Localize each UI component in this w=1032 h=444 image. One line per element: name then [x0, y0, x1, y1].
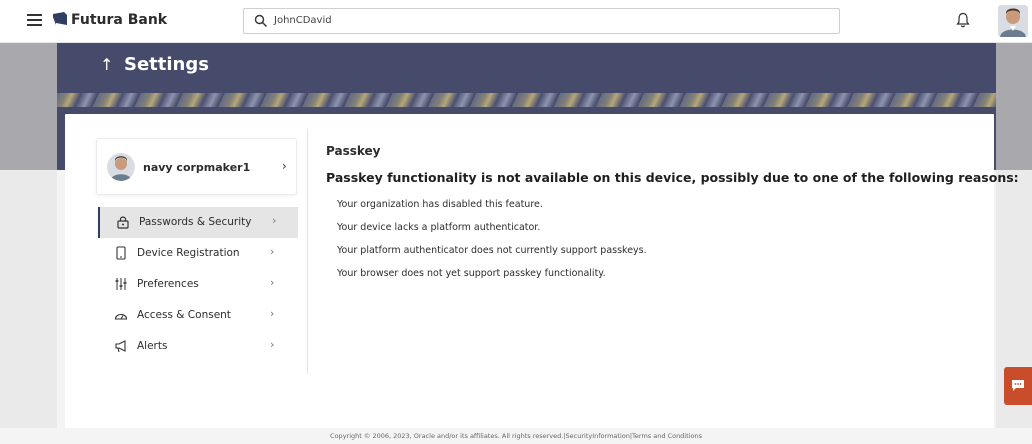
menu-item-label: Access & Consent	[137, 309, 231, 321]
banner-right-texture	[996, 43, 1032, 170]
chat-icon	[1012, 380, 1024, 391]
passkey-heading: Passkey functionality is not available o…	[326, 170, 1019, 185]
notification-bell-icon[interactable]	[956, 12, 970, 29]
gauge-icon	[114, 313, 128, 320]
bank-logo-icon	[53, 12, 67, 25]
reason-item: Your browser does not yet support passke…	[337, 268, 606, 279]
search-icon	[254, 14, 267, 27]
page-title: Settings	[124, 54, 209, 75]
device-icon	[116, 246, 126, 260]
section-title: Passkey	[326, 144, 381, 158]
profile-card[interactable]: navy corpmaker1 ›	[96, 138, 297, 195]
menu-item-label: Alerts	[137, 340, 168, 352]
brand-name[interactable]: Futura Bank	[71, 12, 167, 28]
chat-button[interactable]	[1004, 367, 1032, 405]
menu-item-preferences[interactable]: Preferences ›	[98, 269, 298, 300]
chevron-right-icon: ›	[270, 276, 275, 289]
profile-name: navy corpmaker1	[143, 161, 251, 174]
menu-item-device-registration[interactable]: Device Registration ›	[98, 238, 298, 269]
reason-item: Your organization has disabled this feat…	[337, 199, 543, 210]
lock-icon	[117, 216, 129, 229]
menu-item-passwords-security[interactable]: Passwords & Security ›	[98, 207, 298, 238]
hamburger-menu-icon[interactable]	[27, 14, 42, 26]
reason-item: Your platform authenticator does not cur…	[337, 245, 647, 256]
search-value: JohnCDavid	[274, 15, 332, 26]
settings-menu: Passwords & Security › Device Registrati…	[98, 207, 298, 362]
chevron-right-icon: ›	[270, 338, 275, 351]
menu-item-alerts[interactable]: Alerts ›	[98, 331, 298, 362]
chevron-right-icon: ›	[272, 214, 277, 227]
menu-item-label: Preferences	[137, 278, 199, 290]
menu-item-access-consent[interactable]: Access & Consent ›	[98, 300, 298, 331]
sliders-icon	[115, 278, 127, 290]
menu-item-label: Device Registration	[137, 247, 240, 259]
user-avatar[interactable]	[998, 5, 1028, 37]
megaphone-icon	[115, 340, 126, 353]
settings-card: navy corpmaker1 › Passwords & Security ›…	[65, 114, 1019, 428]
chevron-right-icon: ›	[270, 307, 275, 320]
profile-avatar	[107, 153, 135, 181]
panel-divider	[307, 129, 308, 374]
menu-item-label: Passwords & Security	[139, 216, 252, 228]
banner-left-texture	[0, 43, 57, 170]
back-arrow-icon[interactable]: ↑	[100, 55, 113, 74]
background-left	[0, 170, 57, 428]
search-input[interactable]: JohnCDavid	[243, 8, 840, 34]
footer-copyright: Copyright © 2006, 2023, Oracle and/or it…	[330, 432, 702, 440]
top-bar: Futura Bank JohnCDavid	[0, 0, 1032, 43]
reason-item: Your device lacks a platform authenticat…	[337, 222, 541, 233]
chevron-right-icon: ›	[270, 245, 275, 258]
banner-pattern	[57, 93, 996, 107]
chevron-right-icon: ›	[282, 159, 287, 173]
